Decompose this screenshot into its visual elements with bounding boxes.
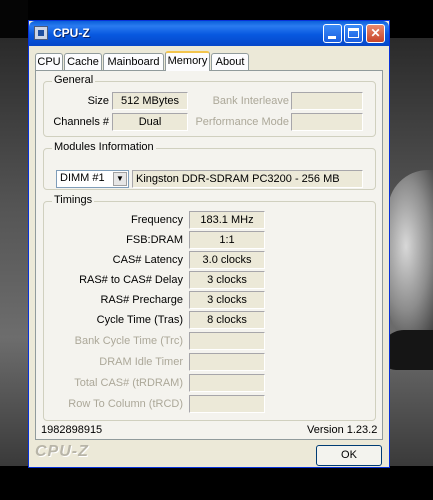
size-label: Size — [87, 95, 109, 107]
performance-mode-label: Performance Mode — [195, 116, 289, 128]
bank-interleave-label: Bank Interleave — [212, 95, 289, 107]
channels-label: Channels # — [53, 116, 109, 128]
cpuz-app-icon[interactable] — [34, 26, 48, 40]
timings-legend: Timings — [52, 194, 95, 206]
timing-label: Bank Cycle Time (Trc) — [74, 335, 183, 347]
performance-mode-value — [291, 113, 363, 131]
module-description: Kingston DDR-SDRAM PC3200 - 256 MB — [132, 170, 363, 188]
bank-interleave-value — [291, 92, 363, 110]
minimize-button[interactable] — [323, 24, 342, 43]
tab-cache[interactable]: Cache — [64, 53, 102, 70]
general-legend: General — [52, 74, 96, 86]
timing-label: Frequency — [131, 214, 183, 226]
timing-label: Row To Column (tRCD) — [68, 398, 183, 410]
size-value: 512 MBytes — [112, 92, 188, 110]
window-title: CPU-Z — [53, 26, 90, 40]
modules-legend: Modules Information — [52, 141, 156, 153]
close-button[interactable]: ✕ — [366, 24, 385, 43]
timing-label: RAS# to CAS# Delay — [79, 274, 183, 286]
timing-value: 3.0 clocks — [189, 251, 265, 269]
timing-label: Cycle Time (Tras) — [96, 314, 183, 326]
tab-cpu[interactable]: CPU — [35, 53, 63, 70]
maximize-icon — [348, 28, 359, 38]
timing-value: 1:1 — [189, 231, 265, 249]
cpuz-window: CPU-Z ✕ CPU Cache Mainboard Memory About… — [28, 20, 390, 468]
dimm-slot-select[interactable]: DIMM #1 ▼ — [56, 170, 129, 188]
timing-label: RAS# Precharge — [100, 294, 183, 306]
tab-about[interactable]: About — [211, 53, 249, 70]
channels-value: Dual — [112, 113, 188, 131]
dropdown-arrow-icon[interactable]: ▼ — [113, 172, 127, 186]
general-group: General Size 512 MBytes Channels # Dual … — [43, 74, 376, 137]
timings-group: Timings Frequency 183.1 MHz FSB:DRAM 1:1… — [43, 194, 376, 421]
cpuz-brand-logo: CPU-Z — [35, 443, 89, 460]
timing-value: 3 clocks — [189, 271, 265, 289]
timing-value — [189, 395, 265, 413]
minimize-icon — [328, 36, 336, 39]
title-bar[interactable]: CPU-Z ✕ — [29, 21, 389, 46]
timing-label: CAS# Latency — [112, 254, 183, 266]
serial-number: 1982898915 — [41, 424, 103, 436]
timing-value: 3 clocks — [189, 291, 265, 309]
ok-button[interactable]: OK — [316, 445, 382, 466]
timing-value — [189, 332, 265, 350]
tab-mainboard[interactable]: Mainboard — [103, 53, 164, 70]
memory-tab-panel: General Size 512 MBytes Channels # Dual … — [35, 70, 383, 440]
timing-label: Total CAS# (tRDRAM) — [74, 377, 183, 389]
tab-memory[interactable]: Memory — [165, 51, 210, 71]
timing-value — [189, 353, 265, 371]
timing-label: DRAM Idle Timer — [99, 356, 183, 368]
close-icon: ✕ — [370, 26, 381, 40]
timing-value: 8 clocks — [189, 311, 265, 329]
timing-label: FSB:DRAM — [126, 234, 183, 246]
timing-value: 183.1 MHz — [189, 211, 265, 229]
version-label: Version 1.23.2 — [307, 424, 378, 436]
maximize-button[interactable] — [344, 24, 363, 43]
dimm-slot-value: DIMM #1 — [60, 172, 105, 184]
modules-information-group: Modules Information DIMM #1 ▼ Kingston D… — [43, 141, 376, 190]
timing-value — [189, 374, 265, 392]
